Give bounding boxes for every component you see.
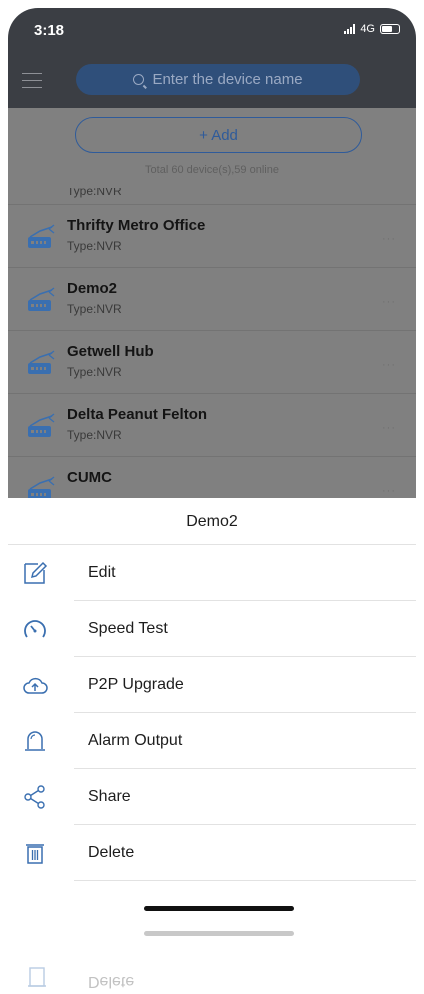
sheet-item-speed-test[interactable]: Speed Test — [8, 601, 416, 657]
action-sheet-title: Demo2 — [8, 498, 416, 545]
status-bar: 3:18 4G — [8, 8, 416, 53]
device-type: Type:NVR — [67, 239, 122, 253]
search-placeholder: Enter the device name — [152, 71, 303, 88]
add-device-button[interactable]: + Add — [75, 117, 362, 153]
action-sheet: Demo2 Edit Speed Test P2P Upgrade Alarm Out… — [8, 498, 416, 923]
sheet-item-share[interactable]: Share — [8, 769, 416, 825]
status-time: 3:18 — [34, 22, 65, 39]
list-item[interactable]: Type:NVR — [8, 188, 416, 205]
home-indicator — [144, 906, 294, 911]
alarm-light-icon — [25, 731, 45, 751]
sheet-item-label: Share — [88, 788, 131, 805]
device-type: Type:NVR — [67, 365, 122, 379]
more-options-icon[interactable]: ··· — [382, 233, 396, 245]
phone-screen: 3:18 4G Enter the device name + Add Tota… — [8, 8, 416, 923]
device-name: Thrifty Metro Office — [67, 217, 206, 234]
cloud-upload-icon — [23, 677, 48, 694]
more-options-icon[interactable]: ··· — [382, 296, 396, 308]
device-type: Type:NVR — [67, 428, 122, 442]
trash-icon — [28, 967, 46, 987]
nvr-icon — [28, 350, 55, 374]
reflected-delete-label: Delete — [88, 973, 135, 990]
nvr-icon — [28, 224, 55, 248]
device-row[interactable]: Thrifty Metro Office Type:NVR ··· — [8, 205, 416, 268]
sheet-item-delete[interactable]: Delete — [8, 825, 416, 881]
sheet-item-edit[interactable]: Edit — [8, 545, 416, 601]
device-list: Type:NVR Thrifty Metro Office Type:NVR ···… — [8, 188, 416, 498]
device-name: CUMC — [67, 469, 112, 486]
nav-bar: Enter the device name — [8, 53, 416, 108]
nvr-icon — [28, 476, 55, 498]
speedometer-icon — [24, 620, 46, 638]
add-section: + Add Total 60 device(s),59 online — [8, 108, 416, 188]
device-count-text: Total 60 device(s),59 online — [145, 164, 279, 176]
battery-icon — [380, 24, 400, 34]
more-options-icon[interactable]: ··· — [382, 485, 396, 497]
device-row[interactable]: Delta Peanut Felton Type:NVR ··· — [8, 394, 416, 457]
device-type: Type:NVR — [67, 302, 122, 316]
device-row[interactable]: Demo2 Type:NVR ··· — [8, 268, 416, 331]
sheet-item-label: Edit — [88, 564, 116, 581]
network-label: 4G — [360, 23, 375, 35]
device-row[interactable]: CUMC ··· — [8, 457, 416, 498]
share-icon — [24, 785, 45, 809]
device-row[interactable]: Getwell Hub Type:NVR ··· — [8, 331, 416, 394]
trash-icon — [26, 844, 44, 864]
device-name: Delta Peanut Felton — [67, 406, 208, 423]
sheet-item-p2p-upgrade[interactable]: P2P Upgrade — [8, 657, 416, 713]
sheet-item-label: P2P Upgrade — [88, 676, 184, 693]
reflected-home-indicator — [144, 931, 294, 936]
more-options-icon[interactable]: ··· — [382, 359, 396, 371]
device-type: Type:NVR — [67, 188, 122, 198]
status-indicators: 4G — [344, 23, 400, 35]
menu-icon[interactable] — [22, 73, 42, 88]
search-icon — [133, 74, 145, 85]
device-name: Getwell Hub — [67, 343, 154, 360]
more-options-icon[interactable]: ··· — [382, 422, 396, 434]
nvr-icon — [28, 413, 55, 437]
sheet-item-label: Delete — [88, 844, 135, 861]
nvr-icon — [28, 287, 55, 311]
device-name: Demo2 — [67, 280, 118, 297]
sheet-item-label: Alarm Output — [88, 732, 183, 749]
edit-icon — [24, 561, 48, 584]
sheet-item-alarm-output[interactable]: Alarm Output — [8, 713, 416, 769]
screen-reflection: Delete — [0, 923, 424, 994]
signal-icon — [344, 24, 356, 34]
search-input[interactable]: Enter the device name — [76, 64, 360, 95]
sheet-item-label: Speed Test — [88, 620, 168, 637]
